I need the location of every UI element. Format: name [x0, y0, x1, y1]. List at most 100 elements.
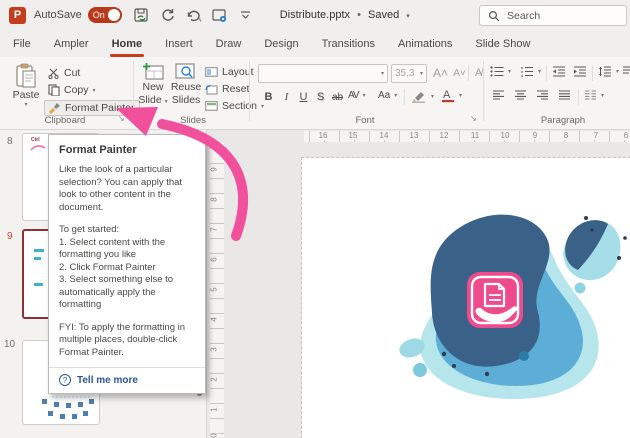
tab-draw[interactable]: Draw: [216, 38, 242, 50]
text-highlight-button[interactable]: ▾: [411, 90, 434, 103]
document-title[interactable]: Distribute.pptx • Saved ▾: [280, 9, 410, 21]
title-separator: •: [357, 9, 361, 21]
vertical-ruler: 9 8 7 6 5 4 3 2 1 0: [210, 143, 224, 438]
vruler-tick: 5: [210, 287, 219, 291]
character-spacing-button[interactable]: AV ▾: [348, 90, 366, 101]
reuse-slides-label-1: Reuse: [171, 81, 201, 94]
search-icon: [488, 10, 500, 22]
reuse-slides-button[interactable]: Reuse Slides: [170, 63, 202, 107]
align-left-button[interactable]: [492, 90, 505, 100]
text-direction-icon: [622, 66, 630, 77]
text-direction-button[interactable]: [622, 66, 630, 77]
small-divider: [592, 65, 593, 81]
tooltip-divider: [49, 367, 205, 368]
hruler-tick: 9: [531, 131, 539, 140]
font-size-combobox[interactable]: 35,3 ▾: [391, 64, 427, 83]
align-right-button[interactable]: [536, 90, 549, 100]
numbering-icon: [520, 66, 534, 77]
customize-qat-icon[interactable]: [238, 7, 254, 23]
tab-ampler[interactable]: Ampler: [54, 38, 89, 50]
decrease-font-size-button[interactable]: A˅: [451, 64, 468, 82]
font-name-combobox[interactable]: ▾: [258, 64, 388, 83]
tab-slide-show[interactable]: Slide Show: [475, 38, 530, 50]
tooltip-step-1: 1. Select content with the formatting yo…: [59, 237, 195, 262]
columns-button[interactable]: ▾: [584, 90, 604, 100]
copy-chevron-icon: ▾: [93, 87, 96, 94]
title-bar: P AutoSave On Distribute.pptx •: [0, 0, 630, 30]
strikethrough-button[interactable]: ab: [329, 88, 346, 106]
text-shadow-button[interactable]: S: [312, 88, 329, 106]
paste-label: Paste: [13, 89, 40, 102]
file-name: Distribute.pptx: [280, 9, 350, 21]
layout-icon: [205, 67, 218, 77]
change-case-glyph: Aa: [378, 90, 390, 101]
tab-insert[interactable]: Insert: [165, 38, 193, 50]
font-dialog-launcher-icon[interactable]: ↘: [470, 114, 477, 123]
line-spacing-button[interactable]: ▾: [598, 66, 619, 77]
format-painter-label: Format Painter: [65, 102, 134, 114]
tell-me-more-link[interactable]: ? Tell me more: [59, 374, 195, 386]
font-group-label: Font: [330, 115, 400, 126]
vruler-tick: 1: [210, 407, 219, 411]
change-case-button[interactable]: Aa ▾: [378, 90, 397, 101]
save-icon[interactable]: [134, 7, 150, 23]
tooltip-title: Format Painter: [59, 144, 195, 156]
font-color-button[interactable]: A ▾: [441, 88, 462, 103]
section-label: Section: [222, 100, 257, 112]
format-painter-button[interactable]: Format Painter: [44, 100, 140, 116]
group-divider: [133, 61, 134, 121]
paste-chevron-icon: ▾: [24, 102, 27, 110]
ribbon: Paste ▾ Cut Copy ▾ Format Painter Clipbo…: [0, 57, 630, 130]
clipboard-dialog-launcher-icon[interactable]: ↘: [118, 114, 125, 123]
decrease-indent-button[interactable]: [552, 66, 566, 77]
small-divider: [404, 89, 405, 105]
hruler-tick: 15: [347, 131, 360, 140]
slide-9-number: 9: [7, 231, 13, 242]
autosave-toggle[interactable]: On: [88, 7, 122, 23]
paste-button[interactable]: Paste ▾: [8, 63, 44, 110]
increase-indent-button[interactable]: [573, 66, 587, 77]
hruler-tick: 14: [378, 131, 391, 140]
numbering-button[interactable]: ▾: [520, 66, 541, 77]
group-divider: [249, 61, 250, 121]
align-center-icon: [514, 90, 527, 100]
new-slide-label-1: New: [142, 81, 163, 94]
align-right-icon: [536, 90, 549, 100]
reset-button[interactable]: Reset: [205, 83, 249, 95]
tab-transitions[interactable]: Transitions: [322, 38, 375, 50]
slide-settings-icon[interactable]: [212, 7, 228, 23]
reuse-slides-icon: [175, 63, 197, 81]
cut-button[interactable]: Cut: [48, 67, 80, 79]
search-input[interactable]: Search: [479, 5, 627, 26]
tell-me-more-label: Tell me more: [77, 375, 138, 386]
redo-icon[interactable]: [160, 7, 176, 23]
highlight-chevron-icon: ▾: [431, 93, 434, 100]
search-placeholder: Search: [507, 10, 540, 22]
tab-home[interactable]: Home: [112, 38, 143, 50]
increase-font-size-button[interactable]: A˄: [432, 64, 449, 82]
layout-button[interactable]: Layout ▾: [205, 66, 261, 78]
underline-button[interactable]: U: [295, 88, 312, 106]
ribbon-tab-bar: File Ampler Home Insert Draw Design Tran…: [0, 30, 630, 57]
undo-icon[interactable]: [186, 7, 202, 23]
paste-clipboard-icon: [15, 63, 37, 89]
justify-button[interactable]: [558, 90, 571, 100]
italic-button[interactable]: I: [278, 88, 295, 106]
distribute-document-icon: [467, 272, 523, 328]
autosave-state: On: [93, 10, 105, 20]
bullets-button[interactable]: ▾: [490, 66, 511, 77]
slides-group-label: Slides: [158, 115, 228, 126]
bold-button[interactable]: B: [260, 88, 277, 106]
tab-design[interactable]: Design: [264, 38, 298, 50]
hruler-tick: 11: [469, 131, 481, 140]
tab-animations[interactable]: Animations: [398, 38, 452, 50]
hruler-tick: 13: [408, 131, 421, 140]
clipboard-group-label: Clipboard: [30, 115, 100, 126]
copy-button[interactable]: Copy ▾: [48, 84, 96, 96]
new-slide-button[interactable]: New Slide ▾: [138, 63, 168, 107]
tab-file[interactable]: File: [13, 38, 31, 50]
align-center-button[interactable]: [514, 90, 527, 100]
section-button[interactable]: Section ▾: [205, 100, 264, 112]
clear-formatting-button[interactable]: A̸: [470, 64, 487, 82]
hruler-tick: 12: [438, 131, 451, 140]
